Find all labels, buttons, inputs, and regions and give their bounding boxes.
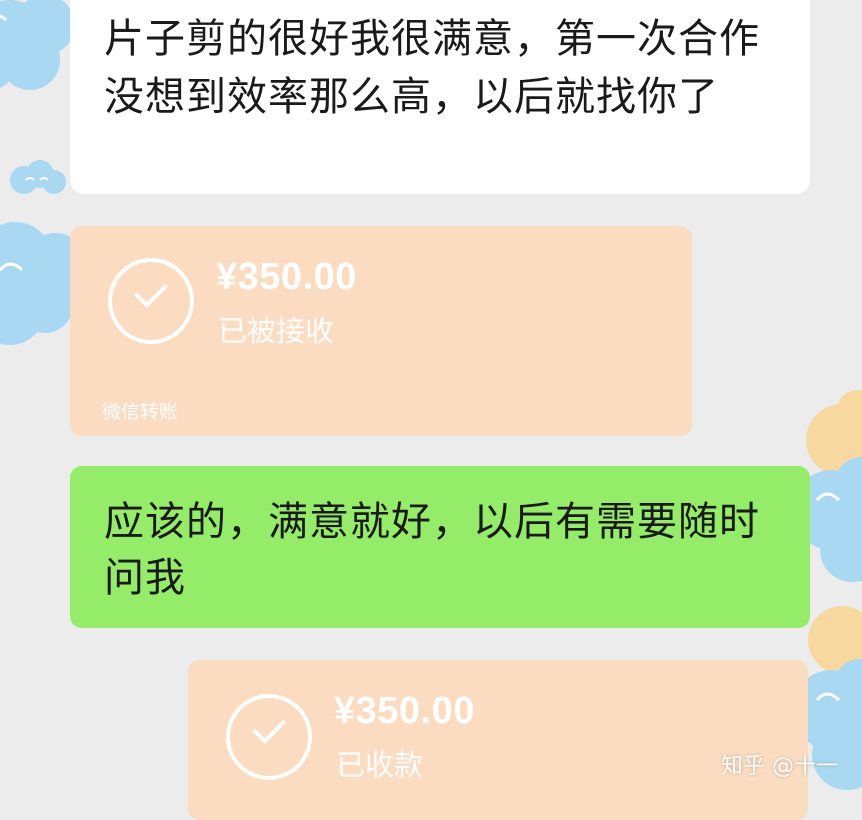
- message-bubble-outgoing[interactable]: 应该的，满意就好，以后有需要随时问我: [70, 466, 810, 628]
- cloud-sticker-icon: [10, 160, 66, 194]
- transfer-status: 已收款: [336, 748, 424, 782]
- check-circle-icon: [226, 694, 312, 780]
- message-text: 应该的，满意就好，以后有需要随时问我: [104, 499, 760, 601]
- transfer-service-label: 微信转账: [102, 401, 179, 423]
- chat-screen: { "messages": [ {"type": "text", "side":…: [0, 0, 862, 820]
- message-bubble-incoming[interactable]: 片子剪的很好我很满意，第一次合作没想到效率那么高，以后就找你了: [70, 0, 810, 194]
- transfer-status: 已被接收: [218, 314, 335, 348]
- check-circle-icon: [108, 258, 194, 344]
- transfer-card[interactable]: ¥350.00 已收款: [188, 660, 808, 820]
- transfer-card[interactable]: ¥350.00 已被接收 微信转账: [70, 226, 692, 436]
- watermark: 知乎 @十一: [721, 754, 838, 779]
- message-text: 片子剪的很好我很满意，第一次合作没想到效率那么高，以后就找你了: [104, 16, 760, 120]
- transfer-amount: ¥350.00: [334, 690, 475, 732]
- transfer-amount: ¥350.00: [216, 256, 357, 298]
